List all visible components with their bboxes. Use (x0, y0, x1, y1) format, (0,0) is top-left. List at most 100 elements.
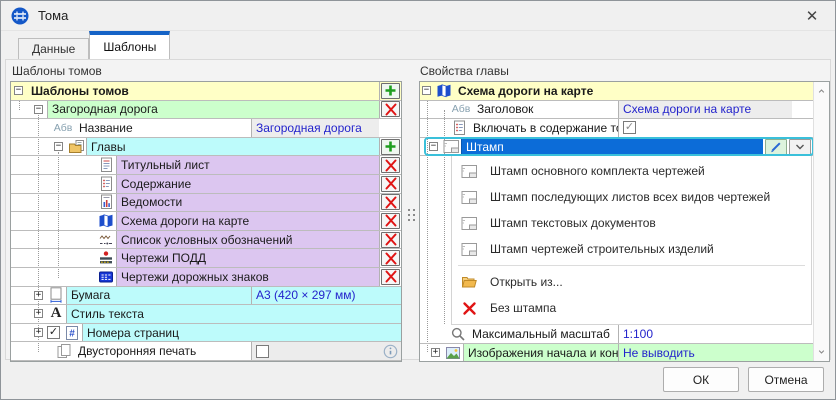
tree-row-label: Заголовок (477, 102, 533, 116)
expand-icon[interactable]: + (34, 291, 43, 300)
tree-row-value-cell[interactable]: Схема дороги на карте (618, 101, 792, 119)
dropdown-item[interactable]: Без штампа (452, 295, 811, 321)
tree-row-label-cell[interactable]: Чертежи ПОДД (116, 249, 379, 267)
tree-row-value-cell[interactable]: Загородная дорога (251, 119, 379, 137)
tree-row-label: Чертежи ПОДД (121, 251, 206, 265)
checkbox[interactable]: ✓ (47, 326, 60, 339)
checkbox[interactable]: ✓ (623, 121, 636, 134)
tree-row: −Шаблоны томов (11, 82, 401, 101)
dropdown-item[interactable]: Штамп последующих листов всех видов черт… (452, 184, 811, 210)
tree-row-label: Название (79, 121, 133, 135)
scroll-down-icon[interactable] (814, 345, 829, 359)
tab-0[interactable]: Данные (18, 38, 89, 59)
tree-row-label: Содержание (121, 177, 191, 191)
collapse-icon[interactable]: − (54, 142, 63, 151)
collapse-icon[interactable]: − (429, 142, 438, 151)
doc-icon (97, 157, 115, 173)
delete-button[interactable] (381, 269, 400, 285)
right-panel-label: Свойства главы (420, 64, 509, 78)
vertical-scrollbar[interactable] (813, 82, 829, 361)
tree-row: +AСтиль текста (11, 305, 401, 324)
tree-row-label-cell[interactable]: Чертежи дорожных знаков (116, 268, 379, 286)
tree-row-label: Изображения начала и конца (468, 346, 618, 360)
magnifier-icon (449, 326, 467, 342)
close-icon[interactable]: ✕ (799, 7, 825, 25)
delete-button[interactable] (381, 213, 400, 229)
splitter-handle[interactable] (404, 202, 418, 228)
delete-button[interactable] (381, 250, 400, 266)
tree-row: + Изображения начала и концаНе выводить (420, 344, 814, 362)
tree-row-label: Максимальный масштаб (472, 327, 610, 341)
tree-row-label-cell[interactable]: Схема дороги на карте (116, 212, 379, 230)
tree-row-value-cell[interactable]: ✓ (618, 119, 792, 137)
dropdown-button[interactable] (789, 139, 811, 155)
titlebar[interactable]: Тома ✕ (1, 1, 835, 31)
tree-row-label-cell[interactable]: Название (75, 119, 251, 137)
cancel-button[interactable]: Отмена (748, 367, 824, 392)
collapse-icon[interactable]: − (14, 86, 23, 95)
tree-row-label-cell[interactable]: Загородная дорога (47, 101, 379, 119)
expand-icon[interactable]: + (431, 348, 440, 357)
image-icon (444, 345, 462, 361)
tree-row-label-cell[interactable]: Штамп (461, 138, 763, 156)
add-button[interactable] (381, 83, 400, 99)
tree-row-label-cell[interactable]: Изображения начала и конца (463, 344, 618, 362)
folder-open-icon (460, 274, 478, 290)
tab-1[interactable]: Шаблоны (89, 31, 170, 59)
dropdown-item[interactable]: Штамп чертежей строительных изделий (452, 236, 811, 262)
tree-row-label-cell[interactable]: Схема дороги на карте (454, 82, 814, 100)
stamp-icon (442, 139, 460, 155)
tree-row-label: Шаблоны томов (31, 84, 129, 98)
collapse-icon[interactable]: − (422, 86, 431, 95)
volumes-dialog: Тома ✕ ДанныеШаблоны Шаблоны томов Свойс… (0, 0, 836, 400)
expand-icon[interactable]: + (34, 309, 43, 318)
tree-row-value-cell[interactable] (251, 342, 379, 360)
collapse-icon[interactable]: − (34, 105, 43, 114)
delete-button[interactable] (381, 101, 400, 117)
dropdown-item[interactable]: Штамп текстовых документов (452, 210, 811, 236)
tree-row-label: Двусторонняя печать (78, 344, 196, 358)
tree-row-label-cell[interactable]: Шаблоны томов (27, 82, 379, 100)
tree-row-value-cell[interactable]: Не выводить (618, 344, 792, 362)
paper-icon (47, 287, 65, 303)
edit-button[interactable] (765, 139, 787, 155)
dropdown-item-label: Открыть из... (490, 275, 563, 289)
tree-row-value-cell[interactable]: А3 (420 × 297 мм) (251, 287, 379, 305)
info-icon[interactable] (383, 344, 398, 359)
delete-button[interactable] (381, 157, 400, 173)
dropdown-item[interactable]: Штамп основного комплекта чертежей (452, 158, 811, 184)
tree-row-label-cell[interactable]: Бумага (66, 287, 251, 305)
dropdown-item[interactable]: Открыть из... (452, 269, 811, 295)
tree-row-label-cell[interactable]: Двусторонняя печать (74, 342, 251, 360)
delete-button[interactable] (381, 194, 400, 210)
tree-row-label-cell[interactable]: Ведомости (116, 194, 379, 212)
tree-row-label: Бумага (71, 288, 110, 302)
tree-row-label-cell[interactable]: Список условных обозначений (116, 231, 379, 249)
map-icon (435, 83, 453, 99)
tree-row-value-cell[interactable]: 1:100 (618, 325, 792, 343)
expand-icon[interactable]: + (34, 328, 43, 337)
tree-row-label-cell[interactable]: Максимальный масштаб (468, 325, 618, 343)
abc-icon: Абв (52, 120, 74, 136)
delete-button[interactable] (381, 232, 400, 248)
tree-row-label-cell[interactable]: Главы (86, 138, 379, 156)
tree-row-label-cell[interactable]: Содержание (116, 175, 379, 193)
window-title: Тома (38, 8, 68, 23)
tree-row-label-cell[interactable]: Заголовок (473, 101, 618, 119)
tree-row-label-cell[interactable]: Стиль текста (66, 305, 401, 323)
add-button[interactable] (381, 139, 400, 155)
dropdown-item-label: Без штампа (490, 301, 556, 315)
ok-button[interactable]: ОК (663, 367, 739, 392)
page-hash-icon: # (63, 325, 81, 341)
checkbox[interactable] (256, 345, 269, 358)
tree-row-label-cell[interactable]: Титульный лист (116, 156, 379, 174)
tree-row: Схема дороги на карте (11, 212, 401, 231)
chapter-properties-tree: −Схема дороги на картеАбвЗаголовокСхема … (419, 81, 830, 362)
tree-row-label: Список условных обозначений (121, 233, 292, 247)
delete-button[interactable] (381, 176, 400, 192)
tree-row-label-cell[interactable]: Включать в содержание тома (469, 119, 618, 137)
tree-row-value: 1:100 (623, 327, 653, 341)
sign-icon (97, 269, 115, 285)
scroll-up-icon[interactable] (814, 84, 829, 98)
tree-row-label-cell[interactable]: Номера страниц (82, 324, 401, 342)
